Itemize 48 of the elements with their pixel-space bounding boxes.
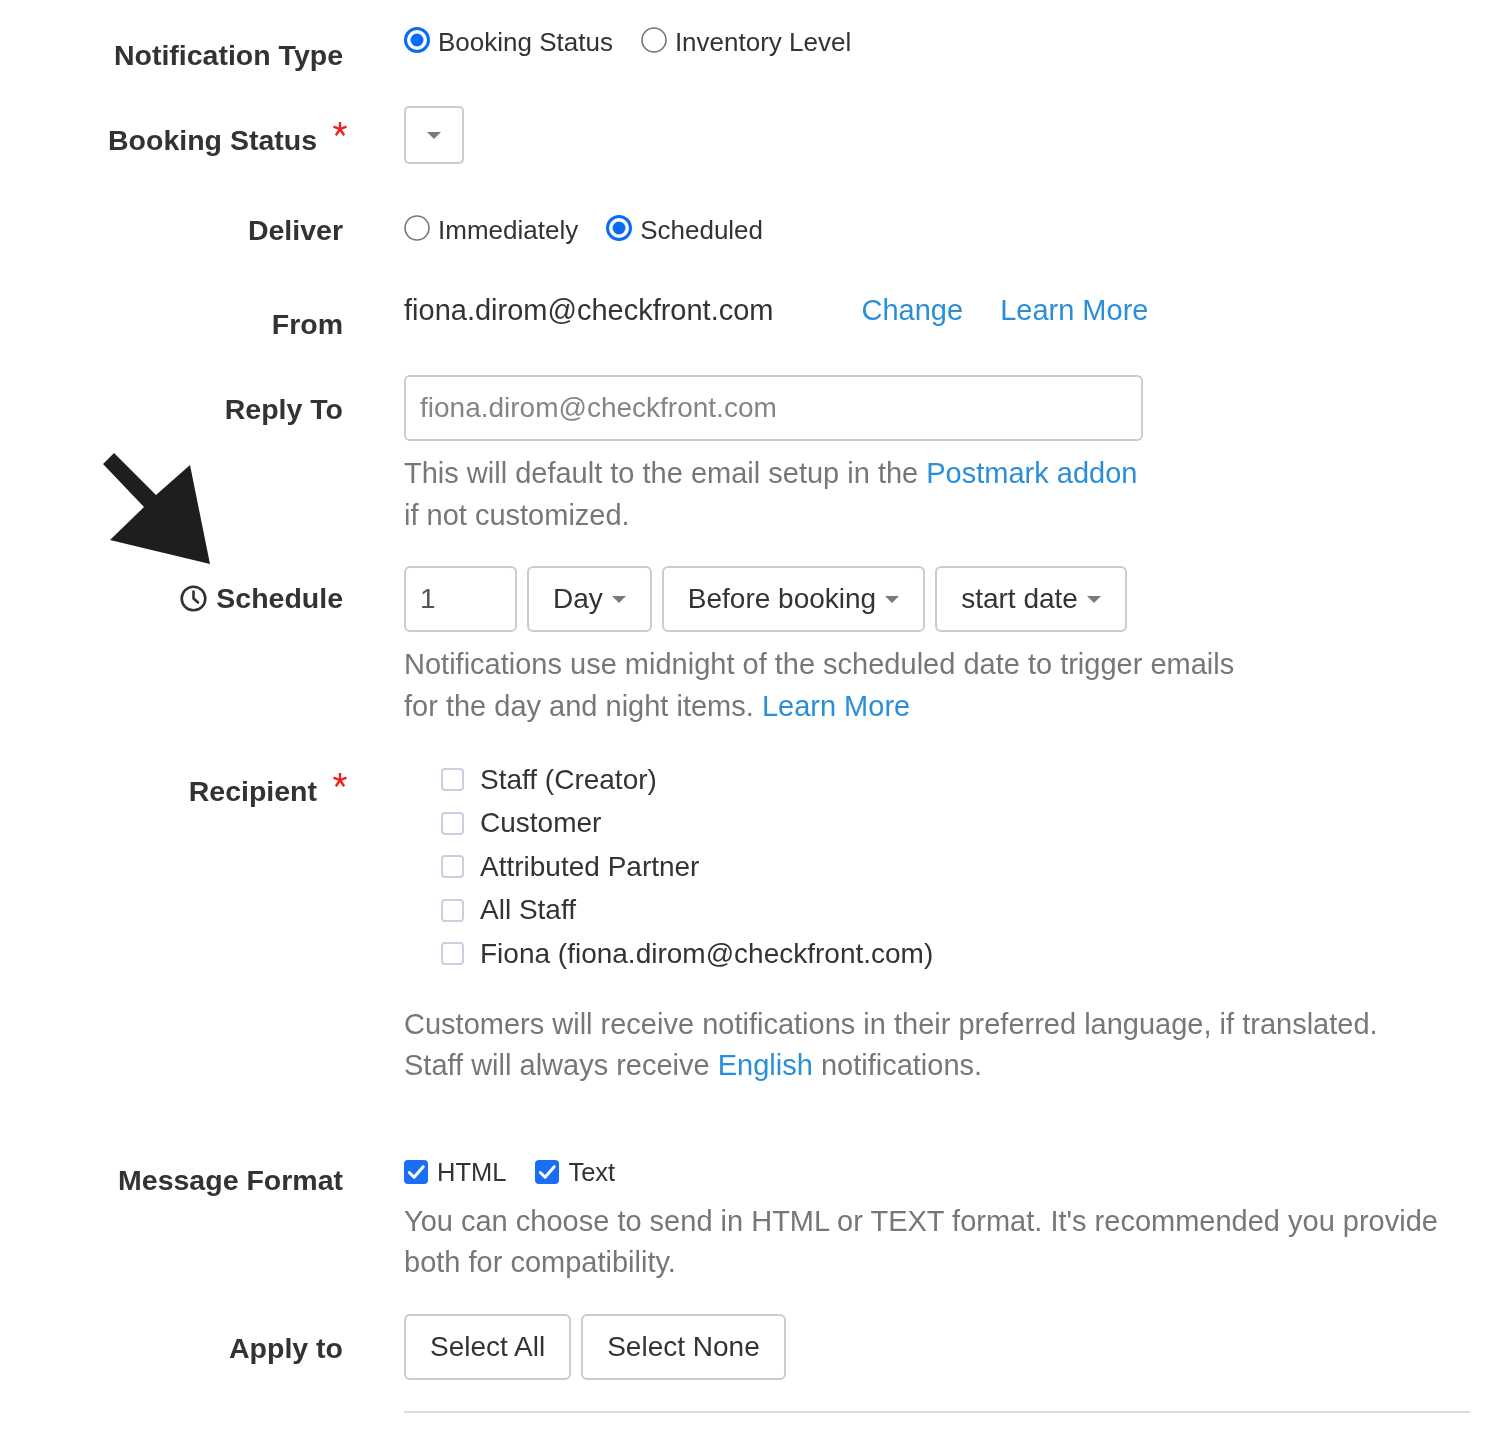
field-label: Message Format [118,1162,343,1198]
email-text: fiona.dirom@checkfront.com [404,293,774,328]
radio-label[interactable]: Booking Status [438,21,613,63]
field-label: Apply to [229,1330,343,1366]
checkbox[interactable] [441,855,464,879]
number-input[interactable]: 1 [404,566,517,632]
field-label: Schedule [216,581,343,616]
radio-button[interactable] [404,27,430,53]
field-label: Deliver [247,213,343,248]
checkbox-label[interactable]: Attributed Partner [480,845,700,888]
button[interactable]: Select All [404,1313,572,1380]
dropdown[interactable]: Before booking [661,566,926,632]
checkbox[interactable] [441,942,464,966]
field-label: Recipient [188,774,317,809]
dropdown[interactable]: Day [527,566,652,632]
radio-label[interactable]: Immediately [438,209,579,251]
radio-button[interactable] [606,215,633,241]
radio-button[interactable] [404,215,430,241]
button[interactable]: Select None [581,1313,786,1380]
field-label: Booking Status [108,123,317,158]
help-text: This will default to the email setup in the Postmark addon if not customized. [404,456,1138,533]
caret-icon [885,595,900,603]
input-field[interactable]: fiona.dirom@checkfront.com [404,375,1143,441]
radio-button[interactable] [640,27,667,53]
field-label: From [271,307,343,342]
dropdown[interactable]: start date [935,566,1127,632]
checkbox[interactable] [441,768,464,792]
field-label: Reply To [224,392,343,427]
checkbox-label[interactable]: Customer [480,802,602,845]
help-text: Customers will receive notifications in their preferred language, if translated. Staff will always receive English notifications. [404,1006,1378,1083]
caret-icon [427,131,441,139]
radio-label[interactable]: Scheduled [640,209,764,251]
caret-icon [1086,595,1101,603]
checkbox-label[interactable]: All Staff [480,889,576,932]
checkbox[interactable] [535,1159,560,1184]
checkbox-label[interactable]: HTML [437,1150,507,1193]
help-text: You can choose to send in HTML or TEXT format. It's recommended you provide both for compatibility. [404,1203,1438,1280]
checkbox[interactable] [441,811,464,835]
checkbox-label[interactable]: Text [568,1150,616,1193]
radio-label[interactable]: Inventory Level [674,21,852,63]
checkbox-label[interactable]: Staff (Creator) [480,758,657,801]
caret-icon [611,595,626,603]
checkbox-label[interactable]: Fiona (fiona.dirom@checkfront.com) [480,932,934,975]
field-label: Notification Type [113,38,343,73]
checkbox[interactable] [404,1159,428,1184]
clock-icon [180,584,208,612]
help-text: Notifications use midnight of the scheduled date to trigger emails for the day and night items. Learn More [404,647,1235,724]
checkbox[interactable] [441,898,464,922]
